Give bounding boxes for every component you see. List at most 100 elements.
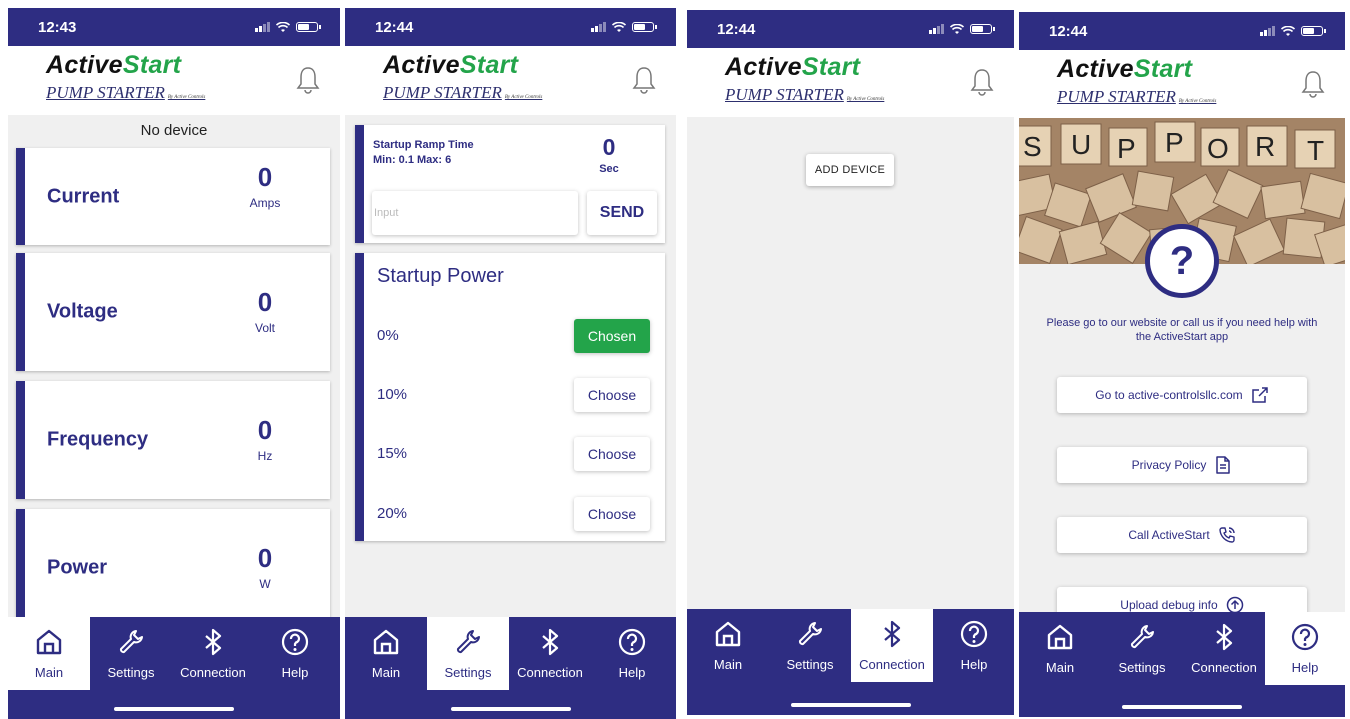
nav-connection[interactable]: Connection [509, 617, 591, 690]
power-option: 15% Choose [364, 433, 665, 473]
metric-label: Frequency [47, 428, 149, 451]
battery-icon [632, 22, 657, 32]
ramp-title: Startup Ramp Time [373, 139, 474, 151]
app-subtitle: PUMP STARTER By Active Controls [1057, 87, 1217, 106]
wifi-icon [276, 21, 290, 32]
nav-main[interactable]: Main [345, 617, 427, 690]
metric-unit: Hz [257, 449, 273, 463]
privacy-policy-button[interactable]: Privacy Policy [1057, 447, 1307, 483]
nav-connection[interactable]: Connection [851, 609, 933, 682]
voltage-card: Voltage 0 Volt [16, 253, 330, 371]
metric-label: Voltage [47, 300, 118, 323]
wrench-icon [798, 622, 822, 646]
add-device-button[interactable]: ADD DEVICE [806, 154, 894, 186]
app-logo: ActiveStart [725, 53, 861, 81]
nav-help[interactable]: Help [591, 617, 673, 690]
app-subtitle: PUMP STARTER By Active Controls [46, 83, 206, 102]
connection-screen: 12:44 ActiveStart PUMP STARTER By Active … [687, 10, 1014, 715]
frequency-card: Frequency 0 Hz [16, 381, 330, 499]
status-icons [929, 23, 995, 35]
metric-value: 0 [257, 415, 273, 445]
home-icon [715, 621, 741, 647]
website-button[interactable]: Go to active-controlsllc.com [1057, 377, 1307, 413]
nav-label: Main [34, 665, 64, 680]
choose-button[interactable]: Choose [574, 378, 650, 412]
tile-letter: R [1255, 131, 1275, 162]
power-percent: 0% [377, 327, 399, 344]
metric-value: 0 [257, 162, 273, 192]
battery-icon [296, 22, 321, 32]
call-button-label: Call ActiveStart [1128, 528, 1210, 542]
main-screen: 12:43 ActiveStart PUMP STARTER By Active … [8, 8, 340, 719]
status-time: 12:43 [38, 18, 77, 36]
power-option: 20% Choose [364, 493, 665, 533]
nav-label: Help [281, 665, 309, 680]
tile-letter: T [1307, 135, 1324, 166]
nav-label: Help [1291, 660, 1319, 675]
home-indicator[interactable] [790, 703, 911, 707]
bell-icon[interactable] [970, 68, 994, 96]
bell-icon[interactable] [632, 66, 656, 94]
metric-unit: Amps [249, 196, 281, 210]
nav-label: Main [713, 657, 743, 672]
signal-icon [255, 22, 270, 32]
nav-help[interactable]: Help [1265, 612, 1345, 685]
chosen-button[interactable]: Chosen [574, 319, 650, 353]
nav-main[interactable]: Main [1019, 612, 1101, 685]
ramp-unit: Sec [599, 163, 619, 175]
ramp-input[interactable] [372, 191, 578, 235]
bell-icon[interactable] [1301, 70, 1325, 98]
nav-help[interactable]: Help [933, 609, 1014, 682]
help-icon [1291, 623, 1319, 651]
nav-label: Settings [107, 665, 155, 680]
nav-connection[interactable]: Connection [1183, 612, 1265, 685]
app-header: ActiveStart PUMP STARTER By Active Contro… [1019, 50, 1345, 119]
home-indicator[interactable] [1122, 705, 1242, 709]
nav-label: Settings [786, 657, 834, 672]
nav-settings[interactable]: Settings [1101, 612, 1183, 685]
help-icon [618, 628, 646, 656]
status-bar: 12:44 [345, 8, 676, 46]
choose-button[interactable]: Choose [574, 437, 650, 471]
nav-settings[interactable]: Settings [90, 617, 172, 690]
nav-help[interactable]: Help [254, 617, 336, 690]
nav-settings[interactable]: Settings [427, 617, 509, 690]
app-subtitle: PUMP STARTER By Active Controls [383, 83, 543, 102]
metric-unit: Volt [254, 321, 275, 335]
status-bar: 12:44 [1019, 12, 1345, 50]
nav-label: Connection [180, 665, 246, 680]
metric-value: 0 [257, 543, 273, 573]
nav-main[interactable]: Main [8, 617, 90, 690]
app-subtitle: PUMP STARTER By Active Controls [725, 85, 885, 104]
help-icon [960, 620, 988, 648]
status-icons [591, 21, 657, 33]
wifi-icon [1281, 25, 1295, 36]
metric-label: Current [47, 185, 120, 207]
choose-button[interactable]: Choose [574, 497, 650, 531]
power-card: Power 0 W [16, 509, 330, 627]
status-icons [255, 21, 321, 33]
app-header: ActiveStart PUMP STARTER By Active Contro… [345, 46, 676, 115]
nav-main[interactable]: Main [687, 609, 769, 682]
status-bar: 12:44 [687, 10, 1014, 48]
bell-icon[interactable] [296, 66, 320, 94]
home-indicator[interactable] [450, 707, 571, 711]
signal-icon [1260, 26, 1275, 36]
document-icon [1216, 456, 1231, 474]
metric-unit: W [259, 577, 271, 591]
nav-connection[interactable]: Connection [172, 617, 254, 690]
nav-settings[interactable]: Settings [769, 609, 851, 682]
bluetooth-icon [884, 620, 901, 648]
power-title: Startup Power [377, 265, 504, 287]
home-indicator[interactable] [114, 707, 234, 711]
tile-letter: P [1117, 133, 1136, 164]
send-button[interactable]: SEND [587, 191, 657, 235]
signal-icon [929, 24, 944, 34]
startup-power-card: Startup Power 0% Chosen 10% Choose 15% C… [355, 253, 665, 541]
call-button[interactable]: Call ActiveStart [1057, 517, 1307, 553]
website-button-label: Go to active-controlsllc.com [1095, 388, 1243, 402]
app-logo: ActiveStart [1057, 55, 1193, 83]
settings-screen: 12:44 ActiveStart PUMP STARTER By Active … [345, 8, 676, 719]
app-logo: ActiveStart [383, 51, 519, 79]
nav-label: Settings [444, 665, 492, 680]
